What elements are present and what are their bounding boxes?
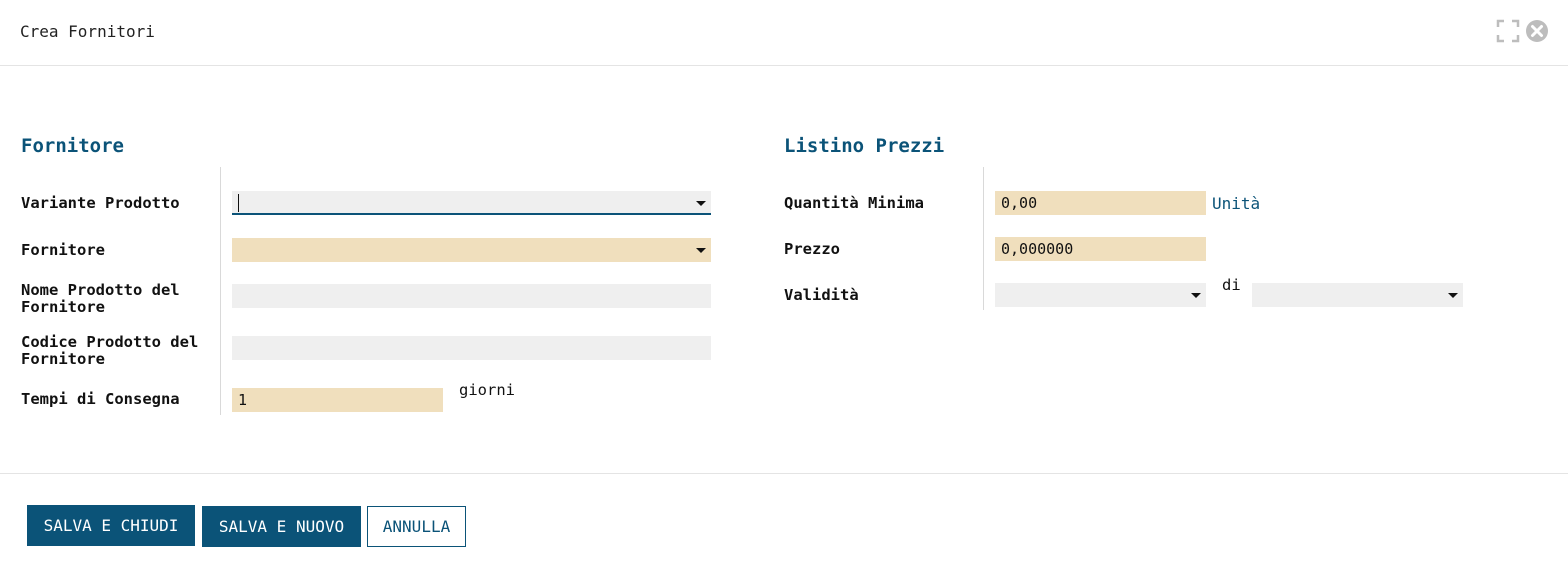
expand-icon[interactable] — [1496, 19, 1520, 43]
left-divider — [220, 167, 221, 415]
nome-prodotto-input[interactable] — [232, 284, 711, 308]
label-prezzo: Prezzo — [784, 240, 840, 258]
label-validita: Validità — [784, 286, 859, 304]
quantita-minima-input[interactable]: 0,00 — [995, 191, 1206, 215]
close-icon[interactable] — [1525, 19, 1549, 43]
label-nome-prodotto: Nome Prodotto del Fornitore — [21, 281, 180, 316]
save-close-button[interactable]: SALVA E CHIUDI — [27, 505, 195, 546]
dropdown-caret-icon — [696, 248, 706, 253]
modal-header: Crea Fornitori — [0, 0, 1568, 66]
tempi-consegna-unit: giorni — [459, 381, 515, 399]
dropdown-caret-icon — [1448, 293, 1458, 298]
section-title-listino-prezzi: Listino Prezzi — [784, 135, 945, 157]
text-cursor — [238, 194, 239, 212]
validita-separator: di — [1222, 276, 1241, 294]
label-codice-prodotto: Codice Prodotto del Fornitore — [21, 333, 199, 368]
cancel-button[interactable]: ANNULLA — [367, 506, 466, 547]
label-tempi-consegna: Tempi di Consegna — [21, 390, 180, 408]
dropdown-caret-icon — [1191, 293, 1201, 298]
modal-title: Crea Fornitori — [20, 22, 155, 41]
right-divider — [983, 167, 984, 310]
codice-prodotto-input[interactable] — [232, 336, 711, 360]
validita-to-select[interactable] — [1252, 283, 1463, 307]
modal-footer: SALVA E CHIUDI SALVA E NUOVO ANNULLA — [0, 473, 1568, 574]
save-new-button[interactable]: SALVA E NUOVO — [202, 506, 361, 547]
fornitore-select[interactable] — [232, 238, 711, 262]
label-fornitore: Fornitore — [21, 241, 105, 259]
validita-from-select[interactable] — [995, 283, 1206, 307]
dropdown-caret-icon — [696, 201, 706, 206]
label-quantita-minima: Quantità Minima — [784, 194, 924, 212]
variante-prodotto-select[interactable] — [232, 191, 711, 215]
prezzo-input[interactable]: 0,000000 — [995, 237, 1206, 261]
tempi-consegna-input[interactable]: 1 — [232, 388, 443, 412]
section-title-fornitore: Fornitore — [21, 135, 124, 157]
unit-of-measure-link[interactable]: Unità — [1212, 194, 1260, 213]
label-variante-prodotto: Variante Prodotto — [21, 194, 180, 212]
